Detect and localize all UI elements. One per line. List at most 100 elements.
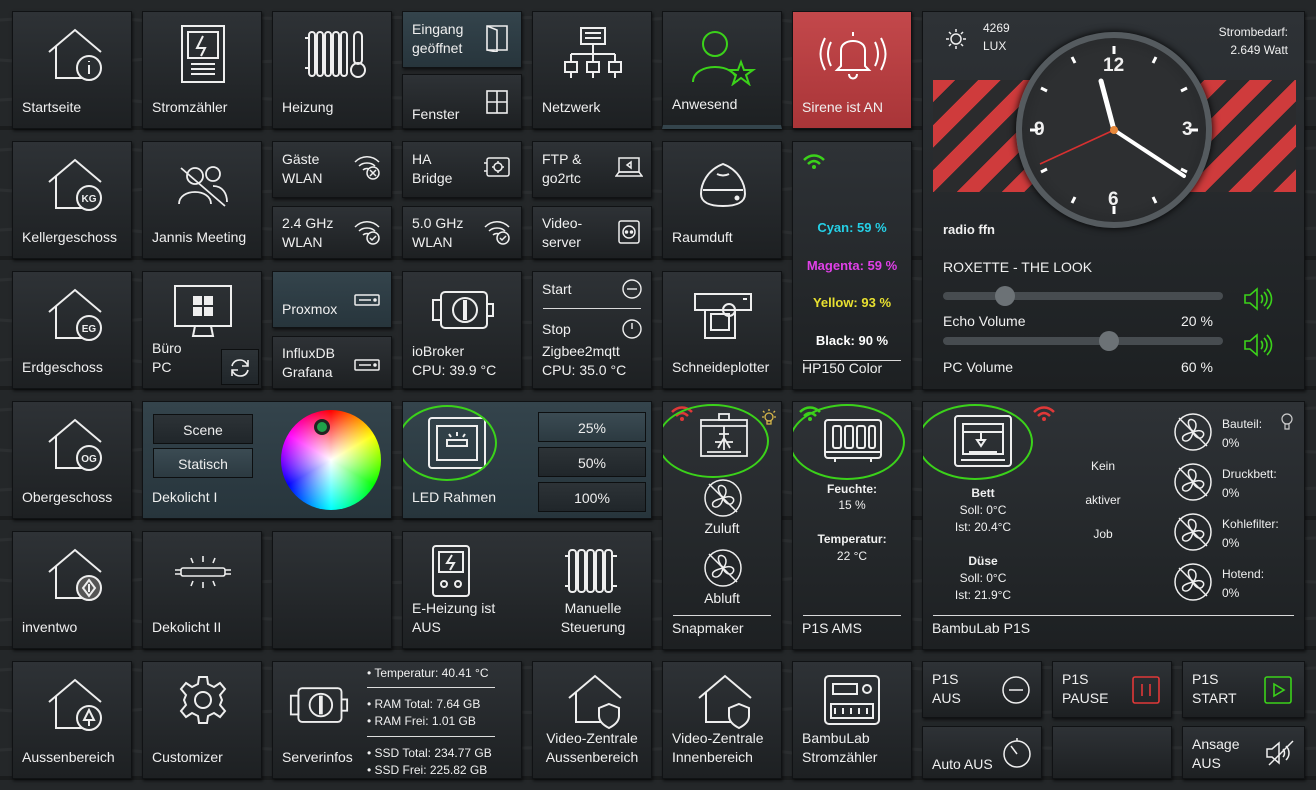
tile-sirene[interactable]: Sirene ist AN xyxy=(792,11,912,129)
meter-icon xyxy=(179,24,227,84)
tile-dekolicht1[interactable]: Scene Statisch Dekolicht I xyxy=(142,401,392,519)
tile-dekolicht2[interactable]: Dekolicht II xyxy=(142,531,262,649)
brightness-50-button[interactable]: 50% xyxy=(538,447,646,477)
tile-p1s-pause[interactable]: P1S PAUSE xyxy=(1052,661,1172,718)
tile-label: Proxmox xyxy=(282,301,338,317)
tile-iobroker[interactable]: ioBroker CPU: 39.9 °C xyxy=(402,271,522,389)
tile-label: Netzwerk xyxy=(542,99,601,115)
tile-influx[interactable]: InfluxDB Grafana xyxy=(272,336,392,389)
tile-label: Gäste WLAN xyxy=(282,151,323,186)
fan-off-icon[interactable] xyxy=(1173,412,1213,452)
lux-unit: LUX xyxy=(983,39,1007,53)
tile-netzwerk[interactable]: Netzwerk xyxy=(532,11,652,129)
tile-aussenbereich[interactable]: Aussenbereich xyxy=(12,661,132,779)
tile-label: Büro PC xyxy=(152,340,182,375)
tile-customizer[interactable]: Customizer xyxy=(142,661,262,779)
tile-raumduft[interactable]: Raumduft xyxy=(662,141,782,259)
tile-vz-innen[interactable]: Video-Zentrale Innenbereich xyxy=(662,661,782,779)
tile-proxmox[interactable]: Proxmox xyxy=(272,271,392,328)
tile-schneideplotter[interactable]: Schneideplotter xyxy=(662,271,782,389)
power-socket-icon xyxy=(617,219,641,245)
druckbett-label: Druckbett: xyxy=(1222,467,1277,481)
fan-off-icon[interactable] xyxy=(1173,562,1213,602)
minus-circle-icon[interactable] xyxy=(621,278,643,300)
tile-bambu-strom[interactable]: BambuLab Stromzähler xyxy=(792,661,912,779)
pc-volume-slider[interactable] xyxy=(943,331,1223,351)
echo-volume-knob[interactable] xyxy=(995,286,1015,306)
tile-label: 5.0 GHz WLAN xyxy=(412,215,464,250)
tile-p1s-aus[interactable]: P1S AUS xyxy=(922,661,1042,718)
pc-volume-knob[interactable] xyxy=(1099,331,1119,351)
tile-startseite[interactable]: Startseite xyxy=(12,11,132,129)
tile-label: P1S START xyxy=(1192,671,1237,706)
tile-jannis[interactable]: Jannis Meeting xyxy=(142,141,262,259)
tile-label: Dekolicht I xyxy=(152,489,218,505)
divider xyxy=(803,615,901,616)
tile-videoserver[interactable]: Video-server xyxy=(532,206,652,259)
e-heizung-label: E-Heizung ist AUS xyxy=(412,600,496,635)
tile-stromzaehler[interactable]: Stromzähler xyxy=(142,11,262,129)
tile-label: inventwo xyxy=(22,619,78,635)
home-tree-icon xyxy=(43,672,107,736)
tile-ansage-aus[interactable]: Ansage AUS xyxy=(1182,726,1305,779)
manuelle-steuerung-label[interactable]: Manuelle Steuerung xyxy=(543,599,643,637)
scene-button[interactable]: Scene xyxy=(153,414,253,444)
iobroker-cpu: CPU: 39.9 °C xyxy=(412,362,497,378)
tile-vz-aussen[interactable]: Video-Zentrale Aussenbereich xyxy=(532,661,652,779)
tile-eingang[interactable]: Eingang geöffnet xyxy=(402,11,522,68)
speaker-icon[interactable] xyxy=(1243,333,1273,357)
tile-p1s-start[interactable]: P1S START xyxy=(1182,661,1305,718)
server-icon xyxy=(353,292,381,308)
tile-wlan24[interactable]: 2.4 GHz WLAN xyxy=(272,206,392,259)
tile-erdgeschoss[interactable]: EG Erdgeschoss xyxy=(12,271,132,389)
color-wheel[interactable] xyxy=(281,410,381,510)
diffuser-icon xyxy=(697,160,749,210)
refresh-button[interactable] xyxy=(221,349,259,385)
svg-text:EG: EG xyxy=(82,324,97,335)
echo-volume-slider[interactable] xyxy=(943,286,1223,306)
brightness-25-button[interactable]: 25% xyxy=(538,412,646,442)
tile-buero[interactable]: Büro PC xyxy=(142,271,262,389)
zigbee-cpu: CPU: 35.0 °C xyxy=(542,362,627,378)
tile-ha-bridge[interactable]: HA Bridge xyxy=(402,141,522,198)
tile-inventwo[interactable]: inventwo xyxy=(12,531,132,649)
tile-label: P1S PAUSE xyxy=(1062,671,1109,706)
tile-label: HA Bridge xyxy=(412,151,453,186)
fan-off-icon[interactable] xyxy=(703,478,743,518)
job-line-2: aktiver xyxy=(1085,493,1121,507)
fan-off-icon[interactable] xyxy=(703,548,743,588)
statisch-button[interactable]: Statisch xyxy=(153,448,253,478)
tile-heizung[interactable]: Heizung xyxy=(272,11,392,129)
brightness-100-button[interactable]: 100% xyxy=(538,482,646,512)
tile-led-rahmen[interactable]: 25% 50% 100% LED Rahmen xyxy=(402,401,652,519)
tile-fenster[interactable]: Fenster xyxy=(402,74,522,129)
light-bulb-icon[interactable] xyxy=(1279,412,1295,432)
tile-zigbee2mqtt[interactable]: Start Stop Zigbee2mqtt CPU: 35.0 °C xyxy=(532,271,652,389)
tile-gaeste-wlan[interactable]: Gäste WLAN xyxy=(272,141,392,198)
tile-label: Sirene ist AN xyxy=(802,99,883,115)
fan-off-icon[interactable] xyxy=(1173,512,1213,552)
color-picker-knob[interactable] xyxy=(314,419,330,435)
tile-ftp[interactable]: FTP & go2rtc xyxy=(532,141,652,198)
tile-label: Raumduft xyxy=(672,229,733,245)
feuchte-label: Feuchte: xyxy=(826,482,877,496)
tile-anwesend[interactable]: Anwesend xyxy=(662,11,782,129)
refresh-icon xyxy=(231,359,249,377)
analog-clock: 12 3 6 9 xyxy=(1016,32,1212,228)
tile-obergeschoss[interactable]: OG Obergeschoss xyxy=(12,401,132,519)
speaker-icon[interactable] xyxy=(1243,287,1273,311)
tile-label: Schneideplotter xyxy=(672,359,770,375)
radiator-icon xyxy=(563,546,619,596)
abluft-label: Abluft xyxy=(704,590,740,606)
tile-e-heizung[interactable]: E-Heizung ist AUS Manuelle Steuerung xyxy=(402,531,652,649)
tile-label: Obergeschoss xyxy=(22,489,113,505)
tile-serverinfos[interactable]: Serverinfos • Temperatur: 40.41 °C • RAM… xyxy=(272,661,522,779)
tile-label: Snapmaker xyxy=(672,620,744,636)
tile-label: Erdgeschoss xyxy=(22,359,103,375)
tile-auto-aus[interactable]: Auto AUS xyxy=(922,726,1042,779)
fan-off-icon[interactable] xyxy=(1173,462,1213,502)
user-star-icon xyxy=(689,26,757,86)
tile-wlan50[interactable]: 5.0 GHz WLAN xyxy=(402,206,522,259)
power-icon[interactable] xyxy=(621,318,643,340)
tile-kellergeschoss[interactable]: KG Kellergeschoss xyxy=(12,141,132,259)
